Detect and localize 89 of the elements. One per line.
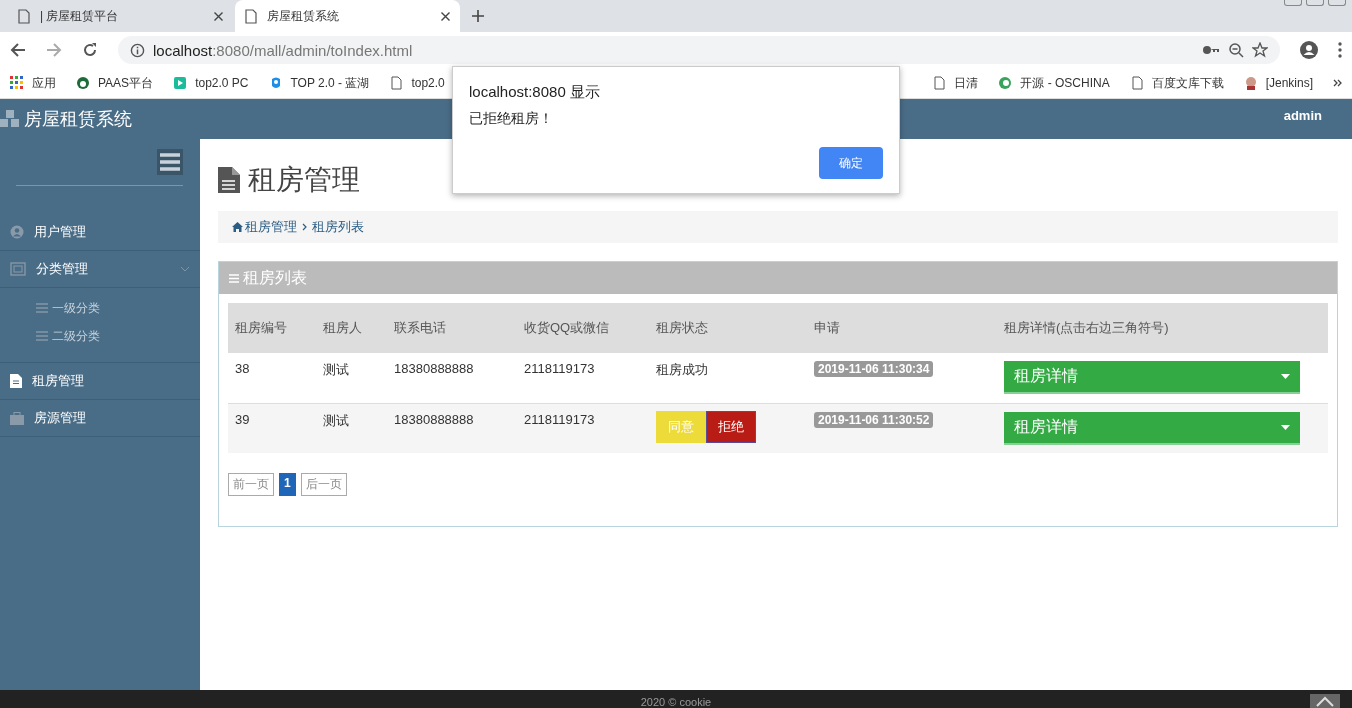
more-bookmarks-icon[interactable] (1333, 79, 1342, 87)
table-cell: 租房成功 (649, 353, 807, 403)
key-icon[interactable] (1202, 45, 1220, 55)
browser-tab[interactable]: | 房屋租赁平台 (8, 0, 233, 32)
breadcrumb-link[interactable]: 租房列表 (312, 218, 364, 236)
table-cell: 测试 (316, 353, 387, 403)
bookmark[interactable]: top2.0 (389, 76, 445, 90)
next-page-link[interactable]: 后一页 (300, 473, 347, 496)
previous-page-link[interactable]: 前一页 (228, 473, 274, 496)
bookmark[interactable]: 百度文库下载 (1129, 74, 1224, 92)
bookmark[interactable]: 开源 - OSCHINA (998, 74, 1110, 92)
ok-button[interactable]: 确定 (819, 147, 883, 179)
zoom-out-icon[interactable] (1228, 42, 1244, 58)
chevron-icon (180, 266, 190, 272)
column-header: 租房详情(点击右边三角符号) (997, 303, 1328, 353)
column-header: 申请 (807, 303, 997, 353)
bookmark-icon (1243, 76, 1258, 90)
document-icon (218, 167, 240, 193)
table-cell: 2118119173 (517, 403, 649, 453)
back-icon[interactable] (10, 42, 26, 58)
bookmark-icon (76, 76, 90, 90)
column-header: 租房编号 (228, 303, 316, 353)
copyright: 2020 © cookie (640, 696, 712, 708)
bookmark-icon (173, 76, 188, 90)
close-icon[interactable] (214, 11, 223, 21)
bookmark-icon (10, 76, 24, 90)
bookmark-icon (998, 76, 1013, 90)
dialog-title: localhost:8080 显示 (469, 83, 601, 102)
app-title: 房屋租赁系统 (24, 108, 132, 131)
sidebar-item[interactable]: 分类管理 (0, 251, 200, 288)
timestamp-badge: 2019-11-06 11:30:34 (814, 361, 934, 377)
info-icon (130, 42, 145, 58)
caret-icon (1281, 424, 1290, 430)
star-icon[interactable] (1252, 42, 1268, 58)
chevron-icon (302, 223, 307, 231)
column-header: 联系电话 (387, 303, 517, 353)
bookmark[interactable]: 应用 (10, 74, 56, 92)
list-icon (36, 303, 48, 313)
breadcrumb-link[interactable]: 租房管理 (245, 218, 297, 236)
home-icon (232, 222, 243, 232)
timestamp-badge: 2019-11-06 11:30:52 (814, 411, 934, 428)
action-button[interactable]: 拒绝 (706, 410, 756, 443)
table-cell: 测试 (316, 403, 387, 453)
account-icon[interactable] (1300, 41, 1318, 59)
bookmark-icon (1129, 76, 1144, 90)
page-link[interactable]: 1 (279, 473, 296, 496)
dialog-message: 已拒绝租房！ (469, 110, 554, 128)
sidebar-subitem[interactable]: 一级分类 (36, 294, 200, 322)
table-cell: 2118119173 (517, 353, 649, 403)
window-controls-icon[interactable] (1284, 0, 1346, 6)
address-bar[interactable]: localhost:8080/mall/admin/toIndex.html (118, 36, 1280, 64)
column-header: 收货QQ或微信 (517, 303, 649, 353)
bookmark[interactable]: 日清 (932, 74, 979, 92)
browser-tab[interactable]: 房屋租赁系统 (235, 0, 460, 32)
reload-icon[interactable] (82, 42, 98, 58)
sidebar-item[interactable]: 用户管理 (0, 214, 200, 251)
frame-icon (10, 262, 26, 276)
caret-icon (1281, 374, 1290, 379)
user-name[interactable]: admin (1283, 107, 1322, 123)
bookmark-icon (932, 76, 947, 90)
user-icon (10, 225, 24, 239)
cubes-icon (0, 110, 20, 128)
page-icon (18, 8, 30, 24)
menu-icon[interactable] (157, 149, 183, 175)
document-icon (10, 374, 22, 388)
list-icon (229, 273, 239, 283)
page-icon (245, 8, 257, 24)
back-to-top-icon[interactable] (1310, 694, 1340, 708)
close-icon[interactable] (441, 11, 450, 21)
bookmark[interactable]: top2.0 PC (173, 76, 249, 90)
panel-title: 租房列表 (243, 267, 307, 288)
bookmark[interactable]: TOP 2.0 - 蓝湖 (268, 74, 370, 92)
briefcase-icon (10, 411, 24, 425)
page-title: 租房管理 (248, 163, 360, 197)
sidebar-item[interactable]: 房源管理 (0, 400, 200, 437)
new-tab-icon[interactable] (472, 10, 484, 22)
bookmark-icon (389, 76, 404, 90)
list-icon (36, 331, 48, 341)
menu-icon[interactable] (1338, 42, 1342, 58)
table-cell: 18380888888 (387, 353, 517, 403)
column-header: 租房状态 (649, 303, 807, 353)
column-header: 租房人 (316, 303, 387, 353)
table-cell: 18380888888 (387, 403, 517, 453)
bookmark[interactable]: [Jenkins] (1243, 76, 1313, 90)
table-cell: 38 (228, 353, 316, 403)
sidebar-subitem[interactable]: 二级分类 (36, 322, 200, 350)
bookmark[interactable]: PAAS平台 (76, 74, 154, 92)
sidebar-item[interactable]: 租房管理 (0, 363, 200, 400)
table-cell: 39 (228, 403, 316, 453)
